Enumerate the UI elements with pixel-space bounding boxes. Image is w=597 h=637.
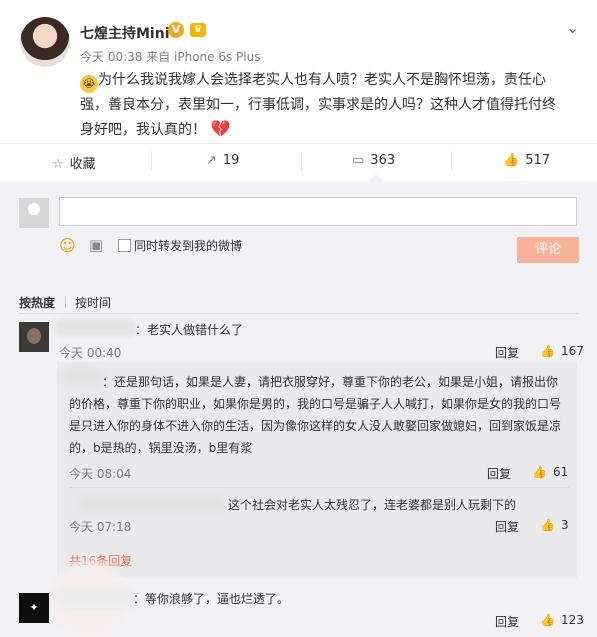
reply-like-button[interactable]: 👍 3: [540, 518, 569, 532]
reply-text: ：还是那句话，如果是人妻，请把衣服穿好，尊重下你的老公，如果是小姐，请报出你的价…: [69, 375, 562, 455]
thumbs-up-icon: 👍: [532, 465, 547, 479]
star-icon: ☆: [52, 157, 64, 172]
reply-text: 这个社会对老实人太残忍了，连老婆都是别人玩剩下的: [228, 498, 517, 512]
reply-link[interactable]: 回复: [487, 465, 511, 482]
sync-checkbox[interactable]: [118, 239, 131, 252]
comment-button[interactable]: ▭ 363: [352, 153, 395, 168]
like-button[interactable]: 👍 517: [503, 153, 550, 168]
action-divider: [451, 151, 452, 171]
crying-emoji-icon: 😭: [80, 75, 98, 93]
comment-icon: ▭: [352, 153, 365, 168]
author-avatar[interactable]: [20, 17, 70, 67]
reply-time: 今天 07:18: [69, 520, 132, 534]
comment-text: ：老实人做错什么了: [135, 323, 244, 337]
action-divider: [151, 151, 152, 171]
comment-like-button[interactable]: 👍 167: [540, 344, 584, 358]
reply-link[interactable]: 回复: [495, 518, 519, 535]
repost-button[interactable]: ↗ 19: [206, 153, 239, 168]
sort-time-tab[interactable]: 按时间: [75, 294, 111, 311]
verified-icon: V: [168, 22, 184, 38]
my-avatar: [19, 198, 49, 228]
sort-hot-tab[interactable]: 按热度: [19, 294, 55, 311]
post-text: 😭 为什么我说我嫁人会选择老实人也有人喷？老实人不是胸怀坦荡，责任心强，善良本分，…: [80, 68, 560, 142]
post-body: 为什么我说我嫁人会选择老实人也有人喷？老实人不是胸怀坦荡，责任心强，善良本分，表…: [80, 72, 556, 138]
crown-icon: ♛: [190, 23, 206, 37]
reply-link[interactable]: 回复: [495, 613, 519, 630]
comment-time: 今天 00:40: [59, 346, 122, 360]
author-name[interactable]: 七煌主持Mini: [80, 23, 170, 43]
comment-like-button[interactable]: 👍 123: [540, 613, 584, 627]
image-icon[interactable]: ▣: [89, 236, 103, 254]
broken-heart-icon: 💔: [210, 119, 231, 138]
thumbs-up-icon: 👍: [540, 613, 555, 627]
submit-comment-button[interactable]: 评论: [517, 237, 579, 263]
thumbs-up-icon: 👍: [540, 518, 555, 532]
sync-label: 同时转发到我的微博: [134, 239, 243, 253]
thumbs-up-icon: 👍: [503, 153, 520, 168]
comment-caret: [369, 174, 383, 181]
favorite-button[interactable]: ☆ 收藏: [52, 153, 96, 172]
emoji-icon[interactable]: ☺: [59, 236, 76, 255]
commenter-avatar[interactable]: ✦: [19, 593, 49, 623]
reply-like-button[interactable]: 👍 61: [532, 465, 568, 479]
share-icon: ↗: [206, 153, 217, 168]
redacted-username: [55, 318, 135, 336]
sort-divider: [65, 296, 66, 308]
comment-text: ：等你浪够了，逼也烂透了。: [133, 592, 290, 606]
sort-divider-line: [19, 313, 579, 314]
action-divider: [301, 151, 302, 171]
reply-link[interactable]: 回复: [495, 344, 519, 361]
redacted-username: [80, 494, 225, 512]
thumbs-up-icon: 👍: [540, 344, 555, 358]
reply-divider: [69, 487, 569, 488]
comment-input[interactable]: [59, 197, 577, 226]
commenter-avatar[interactable]: [19, 322, 49, 352]
reply-time: 今天 08:04: [69, 467, 132, 481]
post-meta: 今天 00:38 来自 iPhone 6s Plus: [80, 50, 261, 64]
redacted-username: [55, 588, 135, 606]
chevron-down-icon[interactable]: ⌄: [566, 18, 579, 37]
